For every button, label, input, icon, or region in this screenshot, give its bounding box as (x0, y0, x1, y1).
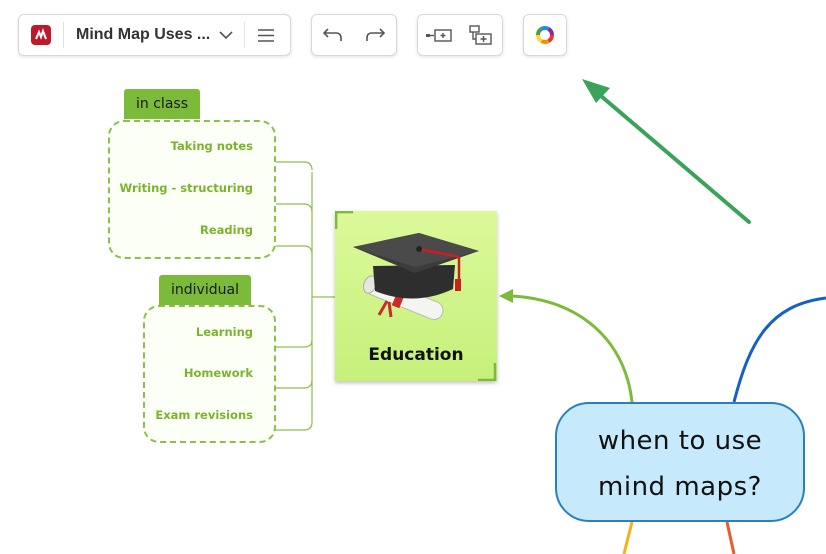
mindmeister-logo-icon[interactable] (31, 25, 51, 45)
central-topic-line-2: mind maps? (598, 472, 762, 502)
central-topic-text: when to use mind maps? (557, 418, 803, 510)
branch-orange (725, 521, 736, 554)
branch-blue (732, 296, 826, 403)
mind-map-canvas[interactable]: Mind Map Uses ... in class Taking notes … (0, 0, 826, 554)
document-toolbar: Mind Map Uses ... (18, 14, 291, 56)
topic-homework[interactable]: Homework (184, 366, 253, 380)
add-sibling-topic-icon[interactable] (460, 15, 502, 55)
redo-arrow-icon[interactable] (354, 15, 396, 55)
theme-toolbar (523, 14, 567, 56)
group-label-individual[interactable]: individual (159, 275, 251, 305)
topic-exam-revisions[interactable]: Exam revisions (155, 408, 253, 422)
central-topic-line-1: when to use (597, 426, 763, 456)
topic-writing-structuring[interactable]: Writing - structuring (120, 181, 253, 195)
topic-taking-notes[interactable]: Taking notes (171, 139, 253, 153)
chevron-down-icon[interactable] (216, 15, 236, 55)
add-child-topic-icon[interactable] (418, 15, 460, 55)
topic-learning[interactable]: Learning (196, 325, 253, 339)
color-wheel-icon[interactable] (524, 15, 566, 55)
document-title[interactable]: Mind Map Uses ... (74, 26, 216, 44)
undo-arrow-icon[interactable] (312, 15, 354, 55)
hamburger-menu-icon[interactable] (245, 15, 287, 55)
topic-toolbar (417, 14, 503, 56)
branch-education (511, 294, 634, 403)
toolbar-divider (63, 22, 64, 48)
history-toolbar (311, 14, 397, 56)
topic-education-label: Education (368, 345, 464, 365)
branch-yellow (622, 521, 634, 554)
annotation-arrow (582, 79, 751, 224)
group-label-in-class[interactable]: in class (124, 89, 200, 119)
topic-reading[interactable]: Reading (200, 223, 253, 237)
topic-education[interactable]: Education (335, 211, 497, 381)
central-topic[interactable]: when to use mind maps? (555, 402, 805, 522)
